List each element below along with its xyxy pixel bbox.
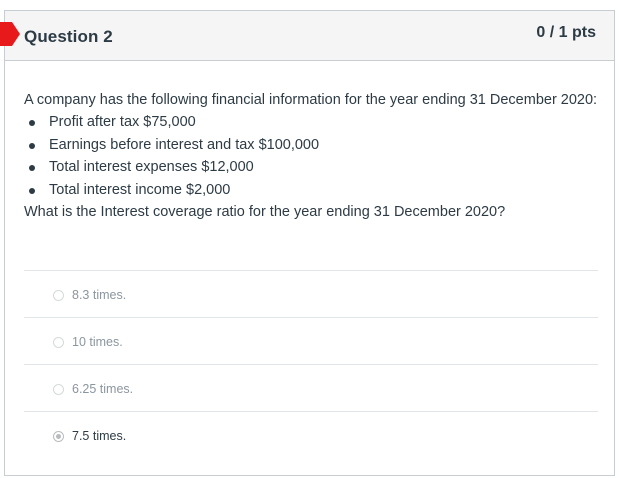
fact-text: Profit after tax $75,000 [49, 114, 196, 130]
bullet-icon [29, 120, 35, 126]
radio-button[interactable] [53, 384, 64, 395]
fact-text: Total interest expenses $12,000 [49, 159, 254, 175]
list-item: Profit after tax $75,000 [24, 111, 598, 134]
question-prompt: What is the Interest coverage ratio for … [24, 204, 506, 220]
bullet-icon [29, 165, 35, 171]
list-item: Total interest expenses $12,000 [24, 156, 598, 179]
radio-button[interactable] [53, 290, 64, 301]
answer-label: 10 times. [72, 335, 123, 349]
answer-option[interactable]: 8.3 times. [24, 270, 598, 317]
bullet-icon [29, 142, 35, 149]
radio-button-selected[interactable] [53, 431, 64, 442]
question-header: Question 2 0 / 1 pts [0, 11, 614, 61]
question-body: A company has the following financial in… [24, 89, 598, 223]
answer-label: 7.5 times. [72, 429, 127, 443]
flag-icon[interactable] [0, 22, 20, 46]
answer-option[interactable]: 6.25 times. [24, 364, 598, 411]
bullet-icon [29, 187, 35, 194]
list-item: Earnings before interest and tax $100,00… [24, 134, 598, 157]
question-intro: A company has the following financial in… [24, 92, 598, 108]
list-item: Total interest income $2,000 [24, 179, 598, 202]
question-card: Question 2 0 / 1 pts A company has the f… [0, 10, 615, 476]
answer-option[interactable]: 10 times. [24, 317, 598, 364]
fact-text: Total interest income $2,000 [49, 181, 231, 198]
fact-text: Earnings before interest and tax $100,00… [49, 136, 320, 153]
answer-label: 6.25 times. [72, 382, 134, 396]
question-points: 0 / 1 pts [536, 24, 596, 41]
answer-option[interactable]: 7.5 times. [24, 411, 598, 458]
radio-button[interactable] [53, 337, 64, 348]
facts-list: Profit after tax $75,000 Earnings before… [24, 111, 598, 201]
answer-label: 8.3 times. [72, 288, 127, 302]
question-title: Question 2 [24, 27, 113, 46]
answer-list: 8.3 times. 10 times. 6.25 times. 7.5 tim… [24, 270, 598, 458]
